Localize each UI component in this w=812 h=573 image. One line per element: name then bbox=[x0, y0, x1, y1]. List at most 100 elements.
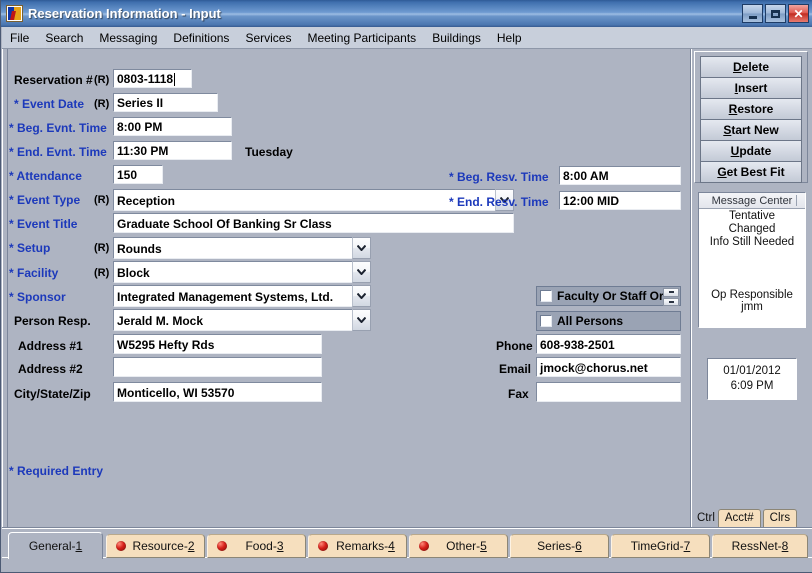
client-area: Reservation # (R) 0803-1118 * Event Date… bbox=[2, 49, 812, 572]
menu-item-definitions[interactable]: Definitions bbox=[165, 29, 237, 47]
delete-button[interactable]: Delete bbox=[700, 56, 802, 78]
close-button[interactable]: ✕ bbox=[788, 4, 809, 23]
alert-dot-icon bbox=[419, 541, 429, 551]
tab-ressnet[interactable]: RessNet-8 bbox=[712, 534, 808, 558]
get-best-fit-button[interactable]: Get Best Fit bbox=[700, 161, 802, 183]
minimize-button[interactable] bbox=[742, 4, 763, 23]
chevron-down-icon[interactable] bbox=[352, 261, 371, 283]
menu-item-buildings[interactable]: Buildings bbox=[424, 29, 489, 47]
reservation-number-input[interactable]: 0803-1118 bbox=[113, 69, 192, 88]
beg-event-time-input[interactable]: 8:00 PM bbox=[113, 117, 232, 136]
tab-timegrid[interactable]: TimeGrid-7 bbox=[611, 534, 710, 558]
message-center-panel[interactable]: Message Center Tentative Changed Info St… bbox=[698, 192, 806, 328]
mini-tabs-baseline bbox=[694, 527, 808, 528]
fax-input[interactable] bbox=[536, 382, 681, 402]
tab-general[interactable]: General-1 bbox=[8, 532, 103, 559]
sponsor-combobox[interactable]: Integrated Management Systems, Ltd. bbox=[113, 285, 371, 307]
email-input[interactable]: jmock@chorus.net bbox=[536, 357, 681, 377]
event-type-value[interactable]: Reception bbox=[113, 189, 495, 211]
address1-input[interactable]: W5295 Hefty Rds bbox=[113, 334, 322, 354]
control-mini-tabs: Ctrl Acct# Clrs bbox=[694, 503, 808, 527]
setup-combobox[interactable]: Rounds bbox=[113, 237, 371, 259]
spinner-up-icon[interactable] bbox=[663, 288, 679, 297]
tab-resource-text: Resource- bbox=[132, 539, 188, 553]
menu-item-help[interactable]: Help bbox=[489, 29, 530, 47]
insert-button[interactable]: Insert bbox=[700, 77, 802, 99]
spinner-down-icon[interactable] bbox=[663, 297, 679, 306]
sponsor-value[interactable]: Integrated Management Systems, Ltd. bbox=[113, 285, 352, 307]
beg-event-time-label: * Beg. Evnt. Time bbox=[9, 121, 107, 135]
setup-required-tag: (R) bbox=[94, 242, 110, 254]
tab-remarks[interactable]: Remarks-4 bbox=[308, 534, 407, 558]
tab-resource[interactable]: Resource-2 bbox=[106, 534, 205, 558]
fax-label: Fax bbox=[508, 387, 529, 401]
mini-tab-clrs[interactable]: Clrs bbox=[762, 509, 798, 527]
person-responsible-value[interactable]: Jerald M. Mock bbox=[113, 309, 352, 331]
datetime-display: 01/01/2012 6:09 PM bbox=[707, 358, 797, 400]
faculty-or-staff-org-label: Faculty Or Staff Org bbox=[557, 289, 663, 303]
event-date-required-tag: (R) bbox=[94, 98, 110, 110]
window-controls: ✕ bbox=[742, 4, 809, 23]
attendance-input[interactable]: 150 bbox=[113, 165, 163, 184]
all-persons-checkbox-row[interactable]: All Persons bbox=[536, 311, 681, 331]
event-date-input[interactable]: Series II bbox=[113, 93, 218, 112]
tab-series-number: 6 bbox=[575, 539, 582, 553]
message-center-item[interactable]: Changed bbox=[699, 222, 805, 235]
phone-label: Phone bbox=[496, 339, 533, 353]
beg-resv-time-input[interactable]: 8:00 AM bbox=[559, 166, 681, 185]
event-title-label: * Event Title bbox=[9, 217, 78, 231]
start-new-button-label: tart New bbox=[731, 123, 779, 137]
action-buttons-group: Delete Insert Restore Start New Update G… bbox=[694, 51, 808, 183]
get-best-fit-button-label: et Best Fit bbox=[726, 165, 785, 179]
tab-series[interactable]: Series-6 bbox=[510, 534, 609, 558]
all-persons-checkbox[interactable] bbox=[540, 315, 552, 327]
message-center-item[interactable]: Info Still Needed bbox=[699, 235, 805, 248]
event-title-input[interactable]: Graduate School Of Banking Sr Class bbox=[113, 213, 514, 233]
tab-other[interactable]: Other-5 bbox=[409, 534, 508, 558]
chevron-down-icon[interactable] bbox=[352, 285, 371, 307]
tab-food[interactable]: Food-3 bbox=[207, 534, 306, 558]
email-label: Email bbox=[499, 362, 532, 376]
restore-button-label: estore bbox=[737, 102, 774, 116]
maximize-button[interactable] bbox=[765, 4, 786, 23]
end-resv-time-input[interactable]: 12:00 MID bbox=[559, 191, 681, 210]
start-new-button[interactable]: Start New bbox=[700, 119, 802, 141]
facility-combobox[interactable]: Block bbox=[113, 261, 371, 283]
message-center-item[interactable]: Tentative bbox=[699, 209, 805, 222]
mini-tab-acct[interactable]: Acct# bbox=[717, 509, 761, 527]
update-button-accel: U bbox=[730, 144, 740, 158]
setup-value[interactable]: Rounds bbox=[113, 237, 352, 259]
menu-item-services[interactable]: Services bbox=[237, 29, 299, 47]
faculty-or-staff-org-spinner[interactable] bbox=[663, 288, 679, 306]
menu-item-search[interactable]: Search bbox=[37, 29, 91, 47]
window-title-bar[interactable]: Reservation Information - Input ✕ bbox=[1, 0, 812, 27]
menu-item-meeting-participants[interactable]: Meeting Participants bbox=[299, 29, 424, 47]
facility-value[interactable]: Block bbox=[113, 261, 352, 283]
chevron-down-icon[interactable] bbox=[352, 237, 371, 259]
event-day-of-week: Tuesday bbox=[245, 145, 293, 159]
faculty-or-staff-org-checkbox-row[interactable]: Faculty Or Staff Org bbox=[536, 286, 681, 306]
sponsor-label: * Sponsor bbox=[9, 290, 66, 304]
menu-item-messaging[interactable]: Messaging bbox=[91, 29, 165, 47]
current-time: 6:09 PM bbox=[730, 380, 774, 392]
menu-item-file[interactable]: File bbox=[2, 29, 37, 47]
tab-other-text: Other- bbox=[446, 539, 481, 553]
update-button[interactable]: Update bbox=[700, 140, 802, 162]
phone-input[interactable]: 608-938-2501 bbox=[536, 334, 681, 354]
ctrl-label: Ctrl bbox=[697, 512, 715, 524]
tab-ressnet-text: RessNet- bbox=[731, 539, 782, 553]
restore-button[interactable]: Restore bbox=[700, 98, 802, 120]
end-event-time-input[interactable]: 11:30 PM bbox=[113, 141, 232, 160]
delete-button-label: elete bbox=[741, 60, 770, 74]
tab-other-number: 5 bbox=[480, 539, 487, 553]
address2-input[interactable] bbox=[113, 357, 322, 377]
chevron-down-icon[interactable] bbox=[352, 309, 371, 331]
get-best-fit-button-accel: G bbox=[717, 165, 727, 179]
faculty-or-staff-org-checkbox[interactable] bbox=[540, 290, 552, 302]
city-state-zip-input[interactable]: Monticello, WI 53570 bbox=[113, 382, 322, 402]
minimize-icon bbox=[748, 15, 757, 19]
close-icon: ✕ bbox=[793, 6, 804, 21]
person-responsible-combobox[interactable]: Jerald M. Mock bbox=[113, 309, 371, 331]
message-center-operator: Op Responsible jmm bbox=[711, 289, 793, 313]
reservation-information-window: Reservation Information - Input ✕ File S… bbox=[0, 0, 812, 573]
